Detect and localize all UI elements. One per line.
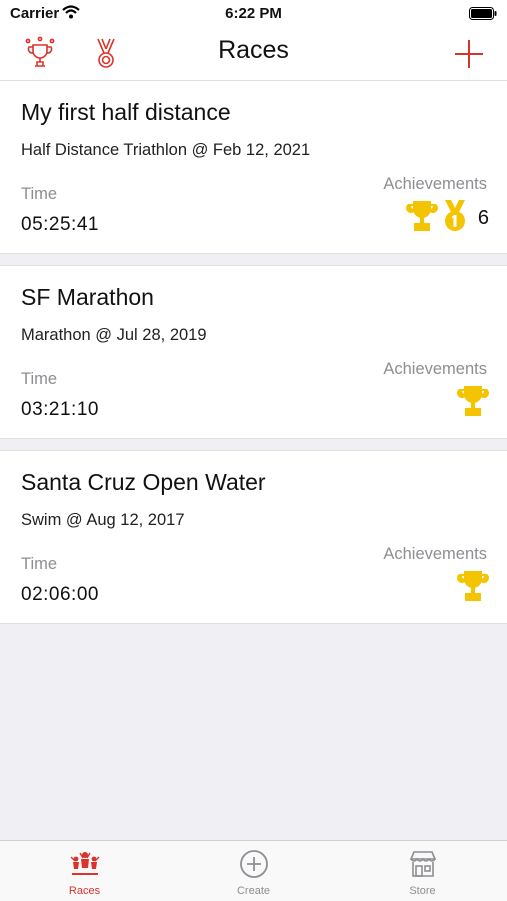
status-bar: Carrier 6:22 PM bbox=[0, 0, 507, 28]
race-subtitle: Half Distance Triathlon @ Feb 12, 2021 bbox=[21, 141, 311, 159]
achievement-count: 6 bbox=[477, 207, 489, 229]
achievements-icons bbox=[457, 384, 489, 423]
race-card[interactable]: SF Marathon Marathon @ Jul 28, 2019 Time… bbox=[0, 265, 507, 439]
navigation-bar: Races bbox=[0, 28, 507, 81]
race-subtitle: Swim @ Aug 12, 2017 bbox=[21, 511, 185, 529]
time-label: Time bbox=[21, 185, 58, 203]
tab-create[interactable]: Create bbox=[169, 841, 338, 901]
race-time: 05:25:41 bbox=[21, 214, 99, 235]
gold-trophy-icon bbox=[405, 199, 438, 238]
time-label: Time bbox=[21, 370, 58, 388]
races-icon bbox=[70, 852, 99, 875]
gold-medal-icon bbox=[442, 199, 468, 238]
race-title: SF Marathon bbox=[21, 284, 154, 310]
store-icon bbox=[409, 851, 436, 877]
achievements-label: Achievements bbox=[383, 545, 487, 563]
achievements-label: Achievements bbox=[383, 175, 487, 193]
tab-label: Create bbox=[236, 885, 271, 897]
gold-trophy-icon bbox=[457, 384, 489, 423]
plus-circle-icon bbox=[239, 850, 268, 878]
tab-label: Store bbox=[409, 885, 436, 897]
race-time: 03:21:10 bbox=[21, 399, 99, 420]
time-label: Time bbox=[21, 555, 58, 573]
race-card[interactable]: Santa Cruz Open Water Swim @ Aug 12, 201… bbox=[0, 450, 507, 624]
race-card[interactable]: My first half distance Half Distance Tri… bbox=[0, 80, 507, 254]
gold-trophy-icon bbox=[457, 569, 489, 608]
achievements-icons: 6 bbox=[405, 199, 489, 238]
achievements-label: Achievements bbox=[383, 360, 487, 378]
race-subtitle: Marathon @ Jul 28, 2019 bbox=[21, 326, 207, 344]
status-time: 6:22 PM bbox=[225, 5, 282, 22]
tab-label: Races bbox=[68, 885, 101, 897]
page-title: Races bbox=[218, 36, 289, 64]
tab-store[interactable]: Store bbox=[338, 841, 507, 901]
tab-races[interactable]: Races bbox=[0, 841, 169, 901]
tab-bar: Races Create Store bbox=[0, 840, 507, 901]
add-race-button[interactable] bbox=[453, 38, 485, 75]
race-time: 02:06:00 bbox=[21, 584, 99, 605]
race-title: Santa Cruz Open Water bbox=[21, 469, 266, 495]
race-title: My first half distance bbox=[21, 99, 231, 125]
battery-icon bbox=[469, 7, 497, 25]
achievements-icons bbox=[457, 569, 489, 608]
